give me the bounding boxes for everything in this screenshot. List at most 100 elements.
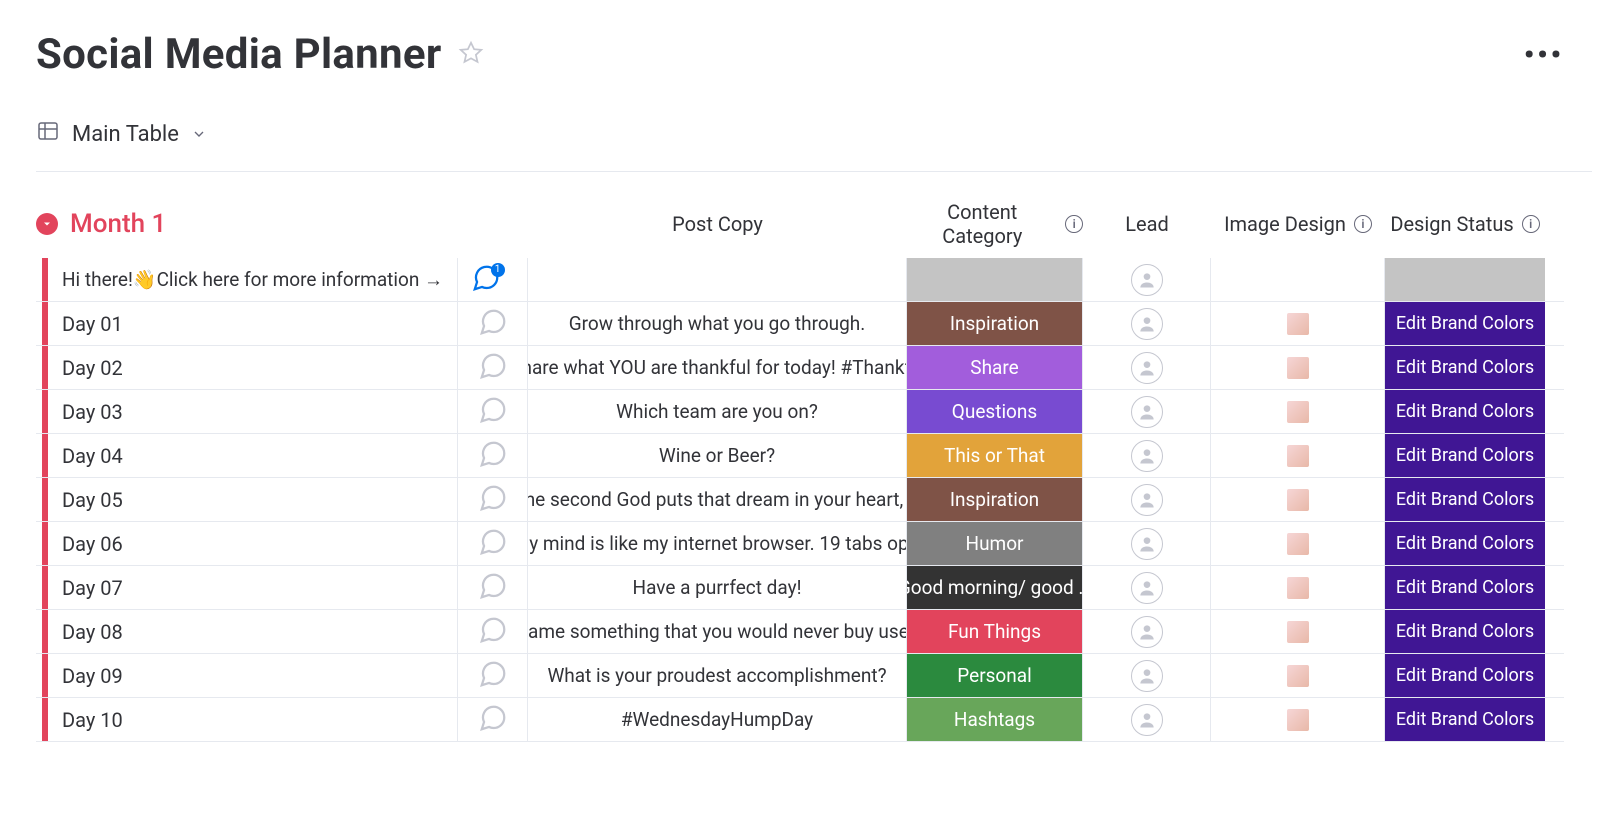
item-name-cell[interactable]: Day 02 bbox=[48, 346, 458, 389]
lead-cell[interactable] bbox=[1083, 434, 1211, 477]
item-name-cell[interactable]: Day 09 bbox=[48, 654, 458, 697]
table-row[interactable]: Day 02 Share what YOU are thankful for to… bbox=[36, 346, 1564, 390]
item-name-cell[interactable]: Day 10 bbox=[48, 698, 458, 741]
item-name-cell[interactable]: Hi there! 👋 Click here for more informat… bbox=[48, 258, 458, 301]
content-category-cell[interactable]: Inspiration bbox=[907, 478, 1083, 521]
table-row[interactable]: Day 03 Which team are you on?Questions Edi… bbox=[36, 390, 1564, 434]
table-row[interactable]: Day 05 The second God puts that dream in … bbox=[36, 478, 1564, 522]
content-category-cell[interactable]: Good morning/ good … bbox=[907, 566, 1083, 609]
table-row[interactable]: Day 09 What is your proudest accomplishme… bbox=[36, 654, 1564, 698]
table-row[interactable]: Day 10#WednesdayHumpDayHashtagsEdit Bran… bbox=[36, 698, 1564, 742]
conversation-cell[interactable] bbox=[458, 478, 528, 521]
view-tab-main-table[interactable]: Main Table bbox=[36, 119, 207, 149]
design-status-cell[interactable] bbox=[1385, 258, 1545, 301]
content-category-cell[interactable]: Humor bbox=[907, 522, 1083, 565]
lead-cell[interactable] bbox=[1083, 302, 1211, 345]
item-name-cell[interactable]: Day 06 bbox=[48, 522, 458, 565]
column-header-design-status[interactable]: Design Statusi bbox=[1385, 212, 1545, 236]
column-header-image-design[interactable]: Image Designi bbox=[1211, 212, 1385, 236]
design-status-cell[interactable]: Edit Brand Colors bbox=[1385, 654, 1545, 697]
design-status-cell[interactable]: Edit Brand Colors bbox=[1385, 346, 1545, 389]
design-status-cell[interactable]: Edit Brand Colors bbox=[1385, 302, 1545, 345]
post-copy-cell[interactable]: Share what YOU are thankful for today! #… bbox=[528, 346, 907, 389]
post-copy-cell[interactable]: Name something that you would never buy … bbox=[528, 610, 907, 653]
design-status-cell[interactable]: Edit Brand Colors bbox=[1385, 566, 1545, 609]
conversation-cell[interactable] bbox=[458, 302, 528, 345]
lead-cell[interactable] bbox=[1083, 566, 1211, 609]
lead-cell[interactable] bbox=[1083, 698, 1211, 741]
column-header-content-category[interactable]: Content Categoryi bbox=[907, 200, 1083, 248]
lead-cell[interactable] bbox=[1083, 390, 1211, 433]
table-row[interactable]: Day 06 My mind is like my internet browse… bbox=[36, 522, 1564, 566]
group-collapse-toggle[interactable] bbox=[36, 213, 58, 235]
post-copy-cell[interactable]: #WednesdayHumpDay bbox=[528, 698, 907, 741]
column-header-lead[interactable]: Lead bbox=[1083, 212, 1211, 236]
item-name-cell[interactable]: Day 03 bbox=[48, 390, 458, 433]
conversation-cell[interactable] bbox=[458, 522, 528, 565]
group-title[interactable]: Month 1 bbox=[70, 209, 166, 239]
item-name-cell[interactable]: Day 08 bbox=[48, 610, 458, 653]
post-copy-cell[interactable]: What is your proudest accomplishment? bbox=[528, 654, 907, 697]
lead-cell[interactable] bbox=[1083, 258, 1211, 301]
image-design-cell[interactable] bbox=[1211, 258, 1385, 301]
item-name-cell[interactable]: Day 01 bbox=[48, 302, 458, 345]
conversation-cell[interactable] bbox=[458, 566, 528, 609]
table-row-intro[interactable]: Hi there! 👋 Click here for more informat… bbox=[36, 258, 1564, 302]
image-design-cell[interactable] bbox=[1211, 434, 1385, 477]
conversation-cell[interactable] bbox=[458, 698, 528, 741]
design-status-cell[interactable]: Edit Brand Colors bbox=[1385, 610, 1545, 653]
content-category-cell[interactable]: Share bbox=[907, 346, 1083, 389]
image-design-cell[interactable] bbox=[1211, 390, 1385, 433]
content-category-cell[interactable]: This or That bbox=[907, 434, 1083, 477]
image-design-cell[interactable] bbox=[1211, 698, 1385, 741]
table-row[interactable]: Day 07 Have a purrfect day!Good morning/ … bbox=[36, 566, 1564, 610]
image-design-cell[interactable] bbox=[1211, 566, 1385, 609]
design-status-cell[interactable]: Edit Brand Colors bbox=[1385, 434, 1545, 477]
conversation-cell[interactable] bbox=[458, 346, 528, 389]
design-status-cell[interactable]: Edit Brand Colors bbox=[1385, 478, 1545, 521]
post-copy-cell[interactable]: The second God puts that dream in your h… bbox=[528, 478, 907, 521]
conversation-cell[interactable] bbox=[458, 654, 528, 697]
image-design-cell[interactable] bbox=[1211, 478, 1385, 521]
design-status-cell[interactable]: Edit Brand Colors bbox=[1385, 522, 1545, 565]
image-design-cell[interactable] bbox=[1211, 654, 1385, 697]
design-status-cell[interactable]: Edit Brand Colors bbox=[1385, 390, 1545, 433]
post-copy-cell[interactable]: Grow through what you go through. bbox=[528, 302, 907, 345]
post-copy-cell[interactable]: Have a purrfect day! bbox=[528, 566, 907, 609]
item-name-cell[interactable]: Day 07 bbox=[48, 566, 458, 609]
post-copy-cell[interactable]: My mind is like my internet browser. 19 … bbox=[528, 522, 907, 565]
lead-cell[interactable] bbox=[1083, 346, 1211, 389]
image-design-cell[interactable] bbox=[1211, 610, 1385, 653]
content-category-cell[interactable]: Hashtags bbox=[907, 698, 1083, 741]
post-copy-cell[interactable]: Wine or Beer? bbox=[528, 434, 907, 477]
board-menu-button[interactable]: ••• bbox=[1524, 38, 1564, 71]
table-row[interactable]: Day 01 Grow through what you go through.I… bbox=[36, 302, 1564, 346]
content-category-cell[interactable]: Personal bbox=[907, 654, 1083, 697]
conversation-cell[interactable] bbox=[458, 390, 528, 433]
info-icon[interactable]: i bbox=[1065, 215, 1083, 233]
info-icon[interactable]: i bbox=[1354, 215, 1372, 233]
lead-cell[interactable] bbox=[1083, 654, 1211, 697]
item-name-cell[interactable]: Day 05 bbox=[48, 478, 458, 521]
column-header-post-copy[interactable]: Post Copy bbox=[528, 212, 907, 236]
content-category-cell[interactable]: Inspiration bbox=[907, 302, 1083, 345]
item-name-cell[interactable]: Day 04 bbox=[48, 434, 458, 477]
conversation-cell[interactable] bbox=[458, 434, 528, 477]
content-category-cell[interactable]: Fun Things bbox=[907, 610, 1083, 653]
content-category-cell[interactable]: Questions bbox=[907, 390, 1083, 433]
conversation-cell[interactable] bbox=[458, 610, 528, 653]
conversation-cell[interactable]: 1 bbox=[458, 258, 528, 301]
image-design-cell[interactable] bbox=[1211, 346, 1385, 389]
table-row[interactable]: Day 08 Name something that you would neve… bbox=[36, 610, 1564, 654]
post-copy-cell[interactable]: Which team are you on? bbox=[528, 390, 907, 433]
lead-cell[interactable] bbox=[1083, 478, 1211, 521]
content-category-cell[interactable] bbox=[907, 258, 1083, 301]
info-icon[interactable]: i bbox=[1522, 215, 1540, 233]
image-design-cell[interactable] bbox=[1211, 302, 1385, 345]
lead-cell[interactable] bbox=[1083, 610, 1211, 653]
image-design-cell[interactable] bbox=[1211, 522, 1385, 565]
lead-cell[interactable] bbox=[1083, 522, 1211, 565]
table-row[interactable]: Day 04 Wine or Beer?This or That Edit Bran… bbox=[36, 434, 1564, 478]
favorite-star-icon[interactable] bbox=[458, 40, 484, 70]
post-copy-cell[interactable] bbox=[528, 258, 907, 301]
